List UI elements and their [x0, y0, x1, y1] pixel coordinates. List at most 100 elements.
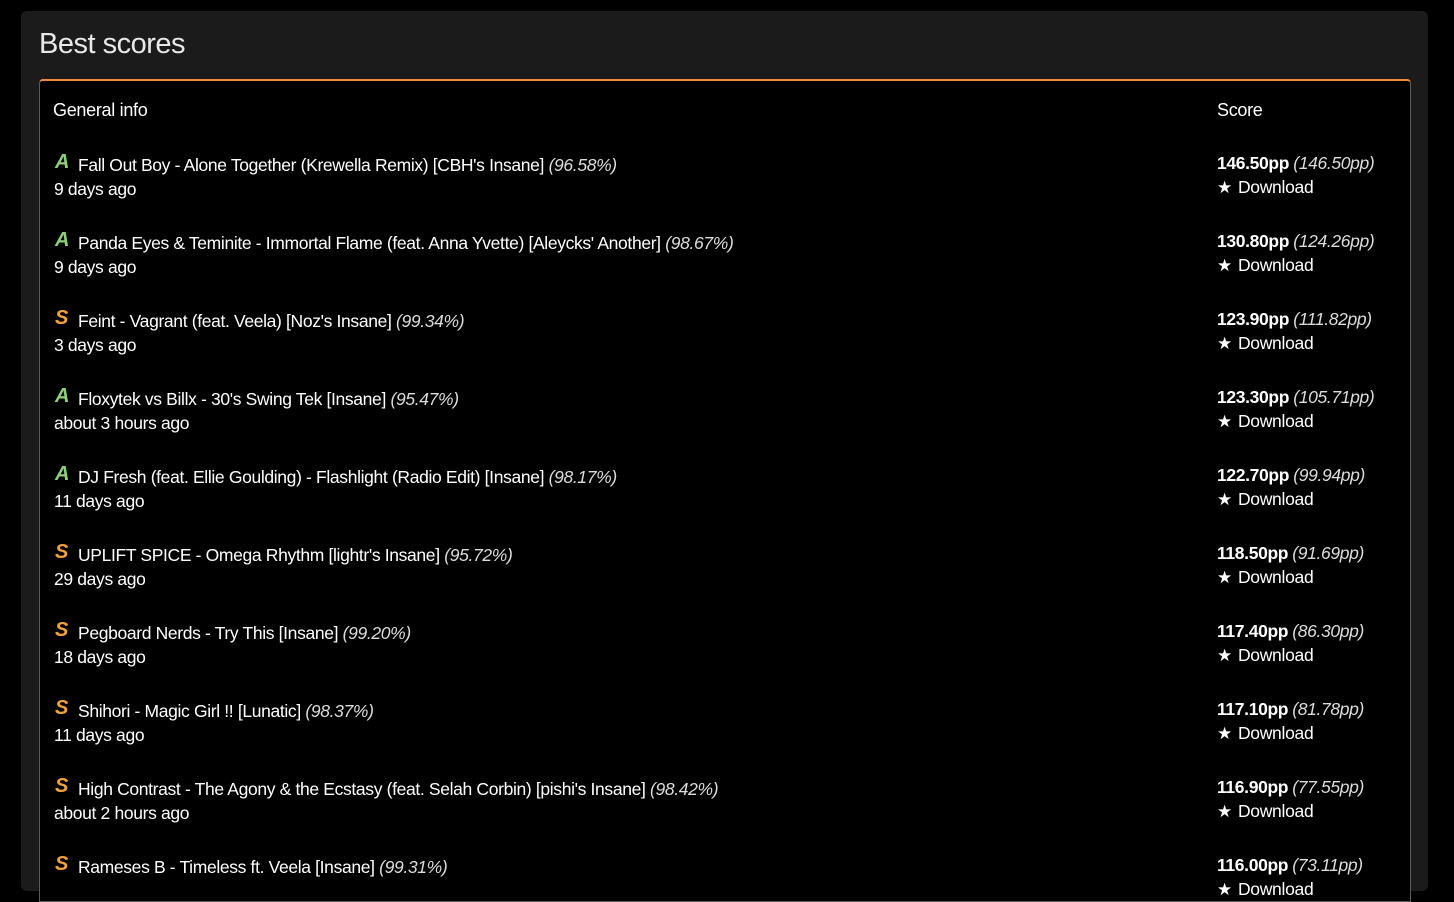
panel-title: Best scores [39, 28, 186, 60]
score-row: S Feint - Vagrant (feat. Veela) [Noz's In… [40, 305, 1410, 383]
accuracy: (95.72%) [444, 545, 513, 565]
accuracy: (98.17%) [548, 467, 618, 487]
raw-pp: 123.90pp [1217, 309, 1290, 329]
star-icon: ★ [1217, 490, 1232, 509]
download-label: Download [1237, 645, 1314, 665]
beatmap-title-line[interactable]: DJ Fresh (feat. Ellie Goulding) - Flashl… [78, 466, 617, 488]
beatmap-title-line[interactable]: Fall Out Boy - Alone Together (Krewella … [78, 154, 617, 176]
accuracy: (99.20%) [342, 623, 412, 643]
accuracy: (98.42%) [650, 779, 719, 799]
score-pp: 123.30pp (105.71pp) [1217, 386, 1375, 410]
download-button[interactable]: ★ Download [1217, 176, 1314, 199]
grade-s-icon: S [55, 775, 69, 797]
beatmap-title-link[interactable]: Pegboard Nerds - Try This [Insane] [78, 623, 338, 643]
download-button[interactable]: ★ Download [1217, 722, 1314, 745]
beatmap-title-link[interactable]: Panda Eyes & Teminite - Immortal Flame (… [78, 233, 661, 253]
score-pp: 117.40pp (86.30pp) [1217, 620, 1364, 644]
score-row: S Rameses B - Timeless ft. Veela [Insane]… [40, 851, 1410, 901]
beatmap-title-line[interactable]: Floxytek vs Billx - 30's Swing Tek [Insa… [78, 388, 459, 410]
star-icon: ★ [1217, 412, 1232, 431]
score-pp: 117.10pp (81.78pp) [1217, 698, 1364, 722]
download-button[interactable]: ★ Download [1217, 332, 1314, 355]
scores-table: General info Score A Fall Out Boy - Alone… [39, 79, 1411, 902]
accuracy: (99.34%) [396, 311, 465, 331]
score-row: S Shihori - Magic Girl !! [Lunatic] (98.3… [40, 695, 1410, 773]
download-label: Download [1237, 177, 1314, 197]
star-icon: ★ [1217, 802, 1232, 821]
beatmap-title-link[interactable]: Shihori - Magic Girl !! [Lunatic] [78, 701, 301, 721]
star-icon: ★ [1217, 178, 1232, 197]
download-label: Download [1237, 567, 1314, 587]
download-button[interactable]: ★ Download [1217, 878, 1314, 901]
download-label: Download [1237, 801, 1314, 821]
score-pp: 116.00pp (73.11pp) [1217, 854, 1363, 878]
weighted-pp: (91.69pp) [1292, 543, 1365, 563]
score-date: 11 days ago [54, 725, 145, 745]
star-icon: ★ [1217, 334, 1232, 353]
grade-s-icon: S [55, 853, 69, 875]
star-icon: ★ [1217, 256, 1232, 275]
beatmap-title-line[interactable]: Rameses B - Timeless ft. Veela [Insane] … [78, 856, 448, 878]
score-row: A Panda Eyes & Teminite - Immortal Flame … [40, 227, 1410, 305]
grade-s-icon: S [55, 697, 69, 719]
download-button[interactable]: ★ Download [1217, 566, 1314, 589]
download-label: Download [1237, 723, 1314, 743]
download-button[interactable]: ★ Download [1217, 410, 1314, 433]
score-pp: 122.70pp (99.94pp) [1217, 464, 1365, 488]
download-button[interactable]: ★ Download [1217, 488, 1314, 511]
star-icon: ★ [1217, 724, 1232, 743]
download-label: Download [1237, 411, 1314, 431]
grade-s-icon: S [55, 541, 69, 563]
raw-pp: 130.80pp [1217, 231, 1290, 251]
score-row: A Fall Out Boy - Alone Together (Krewella… [40, 149, 1410, 227]
download-label: Download [1237, 879, 1314, 899]
weighted-pp: (77.55pp) [1292, 777, 1365, 797]
beatmap-title-link[interactable]: Fall Out Boy - Alone Together (Krewella … [78, 155, 544, 175]
download-label: Download [1237, 333, 1314, 353]
beatmap-title-line[interactable]: Feint - Vagrant (feat. Veela) [Noz's Ins… [78, 310, 465, 332]
raw-pp: 118.50pp [1217, 543, 1289, 563]
download-label: Download [1237, 489, 1314, 509]
beatmap-title-line[interactable]: Shihori - Magic Girl !! [Lunatic] (98.37… [78, 700, 374, 722]
star-icon: ★ [1217, 880, 1232, 899]
raw-pp: 117.10pp [1217, 699, 1289, 719]
beatmap-title-link[interactable]: DJ Fresh (feat. Ellie Goulding) - Flashl… [78, 467, 544, 487]
beatmap-title-link[interactable]: Feint - Vagrant (feat. Veela) [Noz's Ins… [78, 311, 392, 331]
raw-pp: 117.40pp [1217, 621, 1289, 641]
weighted-pp: (86.30pp) [1292, 621, 1365, 641]
download-button[interactable]: ★ Download [1217, 800, 1314, 823]
grade-a-icon: A [55, 463, 70, 485]
beatmap-title-link[interactable]: Rameses B - Timeless ft. Veela [Insane] [78, 857, 375, 877]
score-row: A Floxytek vs Billx - 30's Swing Tek [Ins… [40, 383, 1410, 461]
score-date: about 2 hours ago [54, 803, 190, 823]
weighted-pp: (81.78pp) [1292, 699, 1365, 719]
score-pp: 116.90pp (77.55pp) [1217, 776, 1364, 800]
accuracy: (98.67%) [665, 233, 734, 253]
weighted-pp: (105.71pp) [1293, 387, 1375, 407]
beatmap-title-line[interactable]: High Contrast - The Agony & the Ecstasy … [78, 778, 719, 800]
accuracy: (95.47%) [390, 389, 459, 409]
grade-s-icon: S [55, 307, 69, 329]
download-label: Download [1237, 255, 1314, 275]
raw-pp: 116.90pp [1217, 777, 1289, 797]
beatmap-title-link[interactable]: High Contrast - The Agony & the Ecstasy … [78, 779, 646, 799]
best-scores-panel: Best scores General info Score A Fall Out… [21, 11, 1428, 902]
download-button[interactable]: ★ Download [1217, 254, 1314, 277]
score-date: 29 days ago [54, 569, 146, 589]
score-date: 9 days ago [54, 179, 137, 199]
weighted-pp: (73.11pp) [1292, 855, 1363, 875]
beatmap-title-line[interactable]: Pegboard Nerds - Try This [Insane] (99.2… [78, 622, 411, 644]
beatmap-title-line[interactable]: Panda Eyes & Teminite - Immortal Flame (… [78, 232, 734, 254]
download-button[interactable]: ★ Download [1217, 644, 1314, 667]
header-general-info: General info [53, 100, 148, 120]
score-pp: 123.90pp (111.82pp) [1217, 308, 1372, 332]
star-icon: ★ [1217, 646, 1232, 665]
beatmap-title-link[interactable]: UPLIFT SPICE - Omega Rhythm [lightr's In… [78, 545, 440, 565]
score-date: 11 days ago [54, 491, 145, 511]
weighted-pp: (99.94pp) [1293, 465, 1365, 485]
score-date: 3 days ago [54, 335, 137, 355]
weighted-pp: (146.50pp) [1293, 153, 1375, 173]
beatmap-title-line[interactable]: UPLIFT SPICE - Omega Rhythm [lightr's In… [78, 544, 513, 566]
weighted-pp: (111.82pp) [1293, 309, 1372, 329]
beatmap-title-link[interactable]: Floxytek vs Billx - 30's Swing Tek [Insa… [78, 389, 386, 409]
